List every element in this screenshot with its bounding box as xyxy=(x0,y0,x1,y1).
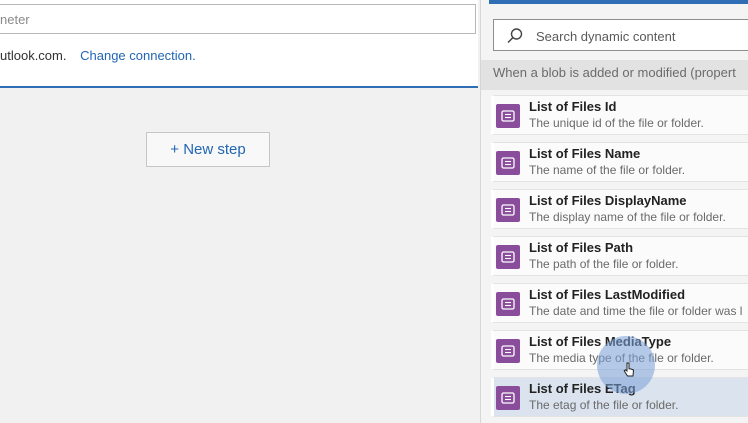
blob-storage-icon xyxy=(496,198,520,222)
item-name: List of Files MediaType xyxy=(529,334,672,349)
connection-account-text: utlook.com. xyxy=(0,48,67,63)
blob-storage-icon xyxy=(496,292,520,316)
parameter-field[interactable]: neter xyxy=(0,4,476,34)
blob-storage-icon xyxy=(496,104,520,128)
item-description: The name of the file or folder. xyxy=(529,163,686,177)
item-description: The etag of the file or folder. xyxy=(529,398,679,412)
flow-canvas: neter utlook.com. Change connection. + N… xyxy=(0,0,480,423)
item-description: The path of the file or folder. xyxy=(529,257,679,271)
search-icon xyxy=(507,28,523,44)
new-step-button[interactable]: + New step xyxy=(146,132,270,167)
dynamic-content-tab-indicator xyxy=(489,0,748,4)
list-item[interactable]: List of Files Path The path of the file … xyxy=(491,236,748,276)
item-description: The date and time the file or folder was… xyxy=(529,304,743,318)
list-item[interactable]: List of Files Id The unique id of the fi… xyxy=(491,95,748,135)
item-name: List of Files LastModified xyxy=(529,287,686,302)
list-item[interactable]: List of Files DisplayName The display na… xyxy=(491,189,748,229)
item-name: List of Files Name xyxy=(529,146,641,161)
parameter-field-text: neter xyxy=(0,12,30,27)
blob-storage-icon xyxy=(496,245,520,269)
item-name: List of Files Id xyxy=(529,99,617,114)
action-card: neter utlook.com. Change connection. xyxy=(0,0,478,88)
hand-cursor-icon xyxy=(623,362,635,377)
search-input[interactable] xyxy=(534,25,748,47)
blob-storage-icon xyxy=(496,339,520,363)
change-connection-link[interactable]: Change connection. xyxy=(80,48,196,63)
item-description: The unique id of the file or folder. xyxy=(529,116,704,130)
item-description: The display name of the file or folder. xyxy=(529,210,726,224)
item-name: List of Files DisplayName xyxy=(529,193,687,208)
blob-storage-icon xyxy=(496,386,520,410)
connection-row: utlook.com. Change connection. xyxy=(0,48,196,63)
search-box[interactable] xyxy=(493,19,748,51)
list-item[interactable]: List of Files Name The name of the file … xyxy=(491,142,748,182)
blob-storage-icon xyxy=(496,151,520,175)
item-name: List of Files Path xyxy=(529,240,634,255)
section-header[interactable]: When a blob is added or modified (proper… xyxy=(481,60,748,90)
list-item[interactable]: List of Files LastModified The date and … xyxy=(491,283,748,323)
